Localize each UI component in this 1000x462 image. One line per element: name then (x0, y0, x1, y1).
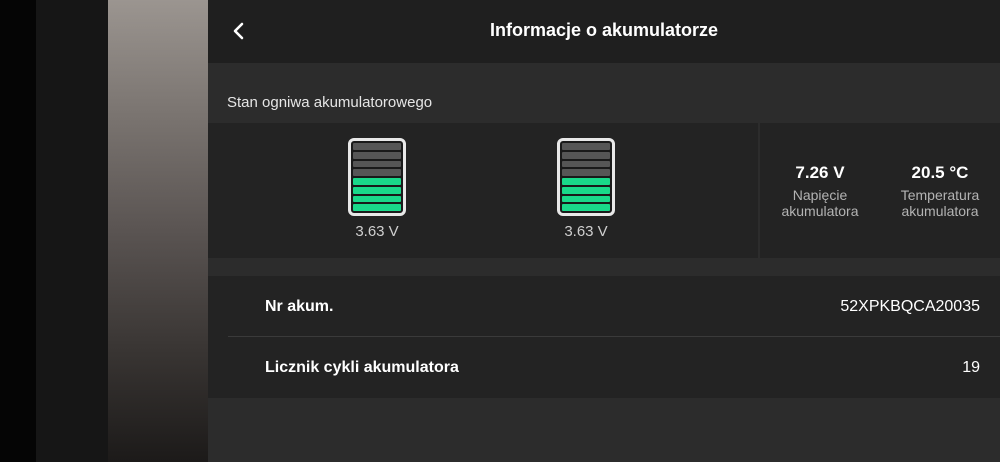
serial-label: Nr akum. (265, 298, 334, 315)
battery-segment-charged (353, 204, 401, 211)
cells-card: 3.63 V 3.63 V (208, 123, 758, 258)
voltage-label: Napięcie akumulatora (781, 187, 859, 219)
battery-segment-charged (353, 178, 401, 185)
voltage-value: 7.26 V (795, 163, 845, 182)
cycle-count-label: Licznik cykli akumulatora (265, 359, 459, 376)
cell-1-voltage: 3.63 V (355, 223, 399, 240)
battery-cell-1-icon (348, 138, 406, 216)
battery-info-panel: Informacje o akumulatorze Stan ogniwa ak… (208, 0, 1000, 462)
battery-segment-empty (353, 151, 401, 159)
battery-segment-empty (353, 169, 401, 176)
cycle-count-value: 19 (962, 359, 980, 376)
battery-segment-charged (353, 195, 401, 203)
battery-segment-empty (562, 143, 610, 150)
cycle-count-row: Licznik cykli akumulatora 19 (208, 337, 1000, 397)
header-bar: Informacje o akumulatorze (208, 0, 1000, 63)
battery-segment-charged (353, 186, 401, 194)
stats-card: 7.26 V Napięcie akumulatora 20.5 °C Temp… (760, 123, 1000, 258)
page-title: Informacje o akumulatorze (489, 20, 719, 40)
battery-cell-2-icon (557, 138, 615, 216)
battery-segment-empty (353, 143, 401, 150)
battery-segment-empty (353, 160, 401, 168)
section-label: Stan ogniwa akumulatorowego (227, 94, 433, 111)
temperature-label: Temperatura akumulatora (900, 187, 980, 219)
info-list: Nr akum. 52XPKBQCA20035 Licznik cykli ak… (208, 276, 1000, 398)
serial-row: Nr akum. 52XPKBQCA20035 (208, 276, 1000, 337)
battery-segment-charged (562, 178, 610, 185)
battery-segment-charged (562, 195, 610, 203)
battery-segment-empty (562, 169, 610, 176)
battery-segment-empty (562, 151, 610, 159)
camera-preview (108, 0, 208, 462)
temperature-value: 20.5 °C (911, 163, 969, 182)
screen: Informacje o akumulatorze Stan ogniwa ak… (0, 0, 1000, 462)
cell-2-voltage: 3.63 V (564, 223, 608, 240)
background-strip (36, 0, 108, 462)
battery-segment-charged (562, 204, 610, 211)
battery-segment-charged (562, 186, 610, 194)
background-strip (0, 0, 36, 462)
battery-segment-empty (562, 160, 610, 168)
serial-value: 52XPKBQCA20035 (840, 298, 980, 315)
